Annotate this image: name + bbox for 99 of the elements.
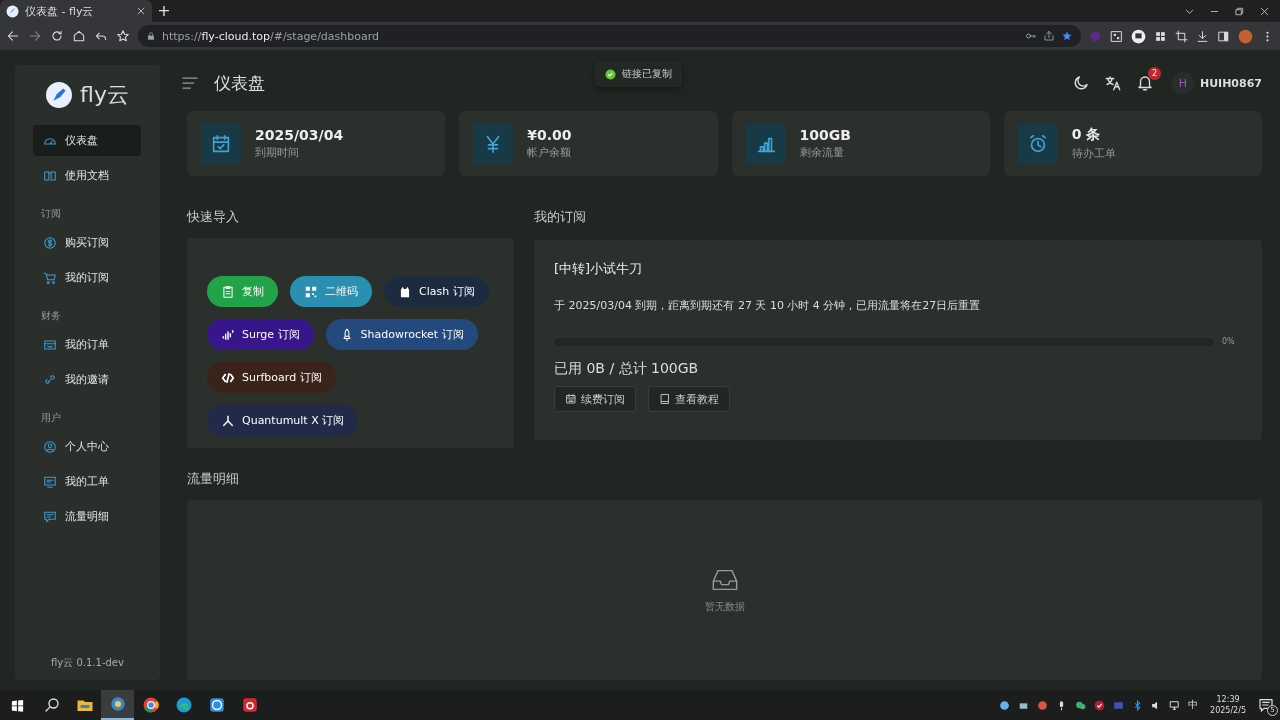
nav-item[interactable]: 购买订阅	[33, 227, 141, 258]
wave-link-icon	[221, 370, 235, 385]
calendar-icon	[210, 132, 232, 155]
undo-icon[interactable]	[94, 29, 108, 43]
rocket-icon	[46, 82, 73, 108]
nav-item[interactable]: 我的订阅	[33, 262, 141, 293]
version-text: fly云 0.1.1-dev	[50, 656, 125, 670]
usage-text: 已用 0B / 总计 100GB	[554, 360, 700, 378]
close-icon[interactable]	[1259, 5, 1270, 17]
page-title: 仪表盘	[214, 71, 265, 95]
download-icon[interactable]	[1196, 29, 1209, 43]
check-circle-icon	[605, 68, 616, 80]
book-icon	[43, 168, 57, 183]
star-icon[interactable]	[1061, 30, 1073, 42]
restore-icon[interactable]	[1234, 5, 1245, 17]
star-icon[interactable]	[116, 29, 130, 43]
calendar-icon	[565, 393, 577, 405]
nav-group-label: 用户	[40, 411, 62, 425]
reload-icon[interactable]	[50, 29, 64, 43]
logo-text: fly云	[80, 81, 129, 109]
monitor-icon	[43, 474, 57, 489]
browser-tab[interactable]: 仪表盘 - fly云	[0, 0, 152, 22]
section-title: 快速导入	[187, 208, 240, 226]
stat-label: 到期时间	[255, 145, 300, 160]
stat-value: 0 条	[1071, 126, 1102, 144]
nav-group-label: 财务	[40, 309, 62, 323]
user-circle-icon	[43, 439, 57, 454]
user-menu[interactable]: H HUIH0867	[1171, 72, 1262, 94]
section-title: 流量明细	[187, 470, 240, 488]
plan-name: [中转]小试牛刀	[554, 260, 644, 278]
subscription-button[interactable]: 续费订阅	[554, 386, 636, 412]
url-text: https://fly-cloud.top/#/stage/dashboard	[162, 29, 380, 43]
lock-icon	[146, 31, 156, 41]
tab-title: 仪表盘 - fly云	[25, 3, 95, 19]
import-button[interactable]: Shadowrocket 订阅	[325, 319, 478, 350]
ring-icon	[108, 695, 127, 713]
rocket-icon	[6, 4, 19, 18]
expiry-text: 于 2025/03/04 到期，距离到期还有 27 天 10 小时 4 分钟，已用流量将在27日后重置	[554, 298, 982, 313]
stat-value: ¥0.00	[527, 127, 572, 143]
ime-indicator[interactable]: 中	[1188, 698, 1199, 712]
import-button[interactable]: Quantumult X 订阅	[207, 405, 359, 436]
windows-icon[interactable]	[10, 697, 25, 713]
toast-text: 链接已复制	[622, 67, 672, 81]
nav-item[interactable]: 我的邀请	[33, 364, 141, 395]
nav-item[interactable]: 使用文档	[33, 160, 141, 191]
chrome-icon	[141, 696, 160, 714]
import-button[interactable]: Surge 订阅	[207, 319, 314, 350]
notification-badge: 2	[1147, 67, 1161, 80]
nav-item[interactable]: 个人中心	[33, 431, 141, 462]
nav-item[interactable]: 流量明细	[33, 501, 141, 532]
new-tab-button[interactable]: +	[152, 0, 176, 22]
back-arrow-icon[interactable]	[6, 29, 20, 43]
book-icon	[659, 393, 671, 405]
chat-icon	[43, 509, 57, 524]
close-icon[interactable]	[136, 6, 146, 16]
nav-item[interactable]: 我的工单	[33, 466, 141, 497]
address-bar[interactable]: https://fly-cloud.top/#/stage/dashboard	[138, 25, 1081, 47]
link-icon	[43, 372, 57, 387]
translate-icon[interactable]	[1103, 74, 1122, 92]
stat-value: 2025/03/04	[255, 127, 344, 143]
clock[interactable]: 12:39 2025/2/5	[1210, 694, 1246, 716]
qr-code-icon	[304, 284, 318, 299]
stat-label: 剩余流量	[799, 145, 845, 160]
cat-icon	[398, 284, 412, 299]
qr-code-icon[interactable]	[1110, 29, 1123, 43]
stat-label: 待办工单	[1071, 146, 1116, 161]
signal-bars-icon	[221, 327, 235, 342]
clipboard-icon	[221, 284, 235, 299]
forward-arrow-icon[interactable]	[28, 29, 42, 43]
message-icon	[1258, 697, 1274, 713]
dollar-coin-icon	[43, 235, 57, 250]
stat-label: 帐户余额	[527, 145, 572, 160]
nav-item[interactable]: 仪表盘	[33, 125, 141, 156]
share-icon[interactable]	[1043, 30, 1055, 42]
avatar: H	[1171, 72, 1194, 94]
crop-icon[interactable]	[1175, 29, 1188, 43]
bell-icon[interactable]	[1135, 74, 1154, 92]
k-tile-icon	[207, 696, 226, 714]
import-button[interactable]: Surfboard 订阅	[207, 362, 336, 393]
grid-icon[interactable]	[1154, 29, 1167, 43]
edge-icon	[174, 696, 193, 714]
taskbar-app[interactable]	[101, 690, 134, 720]
cart-icon	[43, 270, 57, 285]
nav-item[interactable]: 我的订单	[33, 329, 141, 360]
section-title: 我的订阅	[534, 208, 587, 226]
empty-state-text: 暂无数据	[704, 600, 745, 614]
subscription-button[interactable]: 查看教程	[648, 386, 730, 412]
envelope-icon	[43, 337, 57, 352]
import-button[interactable]: 二维码	[290, 276, 372, 307]
key-icon[interactable]	[1025, 30, 1037, 42]
check-badge-icon[interactable]	[1093, 698, 1107, 712]
home-icon[interactable]	[72, 29, 86, 43]
side-panel-icon[interactable]	[1217, 29, 1230, 43]
progress-percent: 0%	[1222, 337, 1236, 346]
stat-value: 100GB	[799, 127, 851, 143]
nav-group-label: 订阅	[40, 207, 62, 221]
tripod-icon	[221, 413, 235, 428]
swirl-icon	[240, 696, 259, 714]
import-button[interactable]: Clash 订阅	[384, 276, 489, 307]
